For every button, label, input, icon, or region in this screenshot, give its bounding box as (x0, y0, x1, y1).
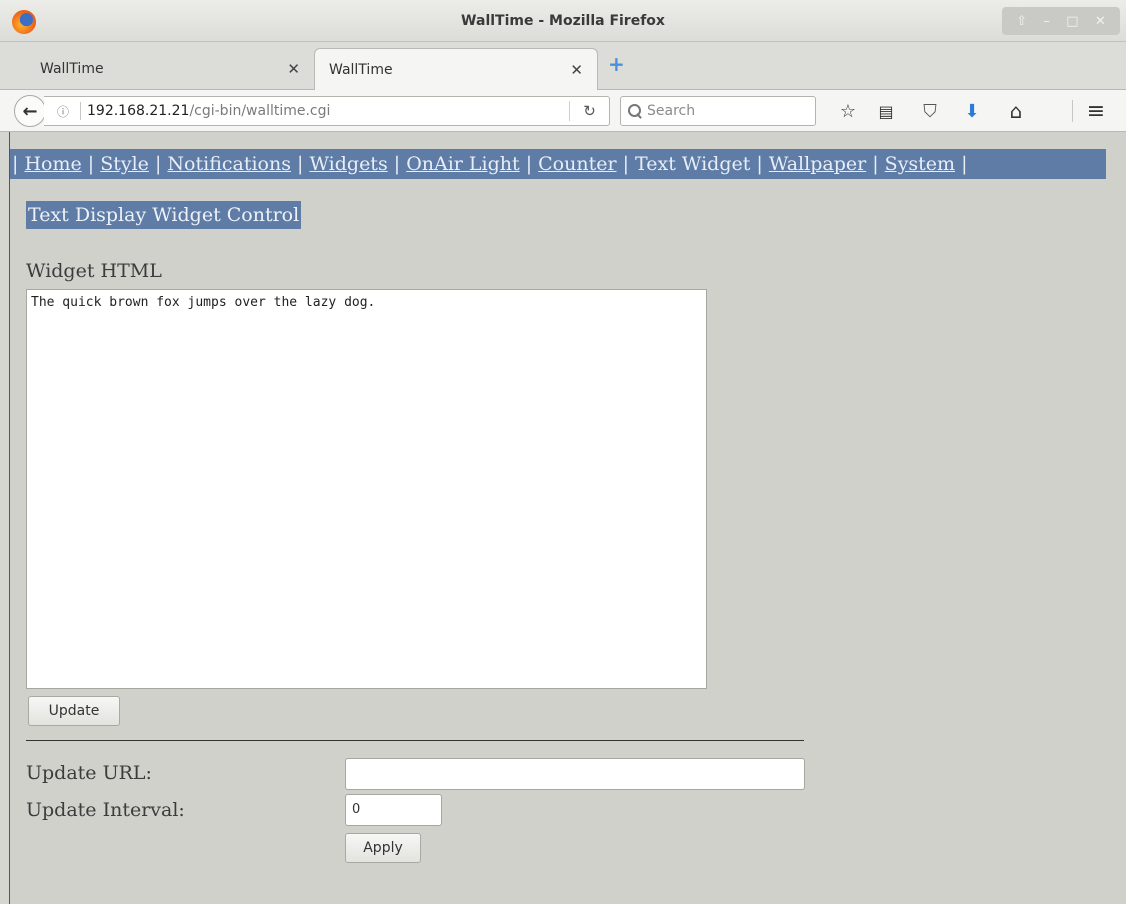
tab-walltime-2[interactable]: WallTime ✕ (314, 48, 598, 90)
menu-link-system[interactable]: System (885, 153, 955, 175)
window-close-icon[interactable]: ✕ (1095, 14, 1106, 29)
menu-separator: | (519, 153, 539, 175)
back-button[interactable]: ← (14, 95, 46, 127)
site-info-icon[interactable]: ⓘ (52, 103, 74, 120)
menu-link-counter[interactable]: Counter (538, 153, 616, 175)
tab-close-icon[interactable]: ✕ (570, 61, 583, 79)
menu-separator: | (148, 153, 168, 175)
search-input[interactable]: Search (620, 96, 816, 126)
menu-link-widgets[interactable]: Widgets (309, 153, 387, 175)
bookmark-star-icon[interactable]: ☆ (836, 99, 860, 123)
url-separator (80, 102, 81, 120)
update-interval-label: Update Interval: (26, 799, 185, 821)
tab-label: WallTime (329, 61, 393, 78)
menu-separator: | (387, 153, 407, 175)
back-arrow-icon: ← (22, 100, 38, 122)
reading-list-icon[interactable]: ▤ (874, 99, 898, 123)
window-maximize-icon[interactable]: □ (1066, 14, 1078, 29)
url-path: /cgi-bin/walltime.cgi (189, 103, 331, 119)
menu-separator: | (750, 153, 769, 175)
divider (26, 740, 804, 741)
widget-html-label: Widget HTML (26, 260, 162, 282)
menu-current-text-widget: Text Widget (635, 153, 751, 175)
update-url-input[interactable] (345, 758, 805, 790)
page-title: Text Display Widget Control (26, 201, 302, 229)
menu-icon[interactable]: ≡ (1084, 99, 1108, 124)
reload-icon[interactable]: ↻ (569, 101, 609, 121)
menu-link-notifications[interactable]: Notifications (167, 153, 291, 175)
window-raise-icon[interactable]: ⇧ (1016, 14, 1027, 29)
menu-separator: | (866, 153, 885, 175)
url-host: 192.168.21.21 (87, 103, 190, 119)
menu-separator: | (616, 153, 636, 175)
home-icon[interactable]: ⌂ (1004, 99, 1028, 123)
tab-walltime-1[interactable]: WallTime ✕ (26, 48, 314, 90)
menu-separator: | (12, 153, 25, 175)
menu-link-style[interactable]: Style (100, 153, 149, 175)
menu-separator: | (81, 153, 101, 175)
pocket-icon[interactable]: ⛉ (918, 99, 942, 123)
tab-strip: WallTime ✕ WallTime ✕ (0, 42, 1126, 90)
downloads-icon[interactable]: ⬇ (960, 99, 984, 123)
tab-label: WallTime (40, 61, 104, 77)
apply-button[interactable]: Apply (345, 833, 421, 863)
menu-link-home[interactable]: Home (24, 153, 81, 175)
window-title: WallTime - Mozilla Firefox (461, 13, 665, 29)
window-minimize-icon[interactable]: – (1043, 14, 1050, 29)
search-icon (627, 103, 643, 119)
menu-separator: | (290, 153, 310, 175)
menu-separator: | (955, 153, 968, 175)
update-button[interactable]: Update (28, 696, 120, 726)
window-controls: ⇧ – □ ✕ (1002, 7, 1120, 35)
tab-close-icon[interactable]: ✕ (287, 60, 300, 78)
new-tab-icon[interactable]: + (608, 52, 625, 76)
widget-html-textarea[interactable] (26, 289, 707, 689)
update-url-label: Update URL: (26, 762, 152, 784)
site-menu: | Home | Style | Notifications | Widgets… (10, 149, 1106, 179)
toolbar-separator (1072, 100, 1073, 122)
menu-link-onair-light[interactable]: OnAir Light (406, 153, 519, 175)
update-interval-input[interactable]: 0 (345, 794, 442, 826)
menu-link-wallpaper[interactable]: Wallpaper (769, 153, 866, 175)
window-titlebar: WallTime - Mozilla Firefox ⇧ – □ ✕ (0, 0, 1126, 42)
nav-toolbar: ← ⓘ 192.168.21.21 /cgi-bin/walltime.cgi … (0, 90, 1126, 132)
page-content: | Home | Style | Notifications | Widgets… (9, 132, 1126, 904)
url-bar[interactable]: ⓘ 192.168.21.21 /cgi-bin/walltime.cgi ↻ (44, 96, 610, 126)
search-placeholder: Search (647, 103, 696, 119)
